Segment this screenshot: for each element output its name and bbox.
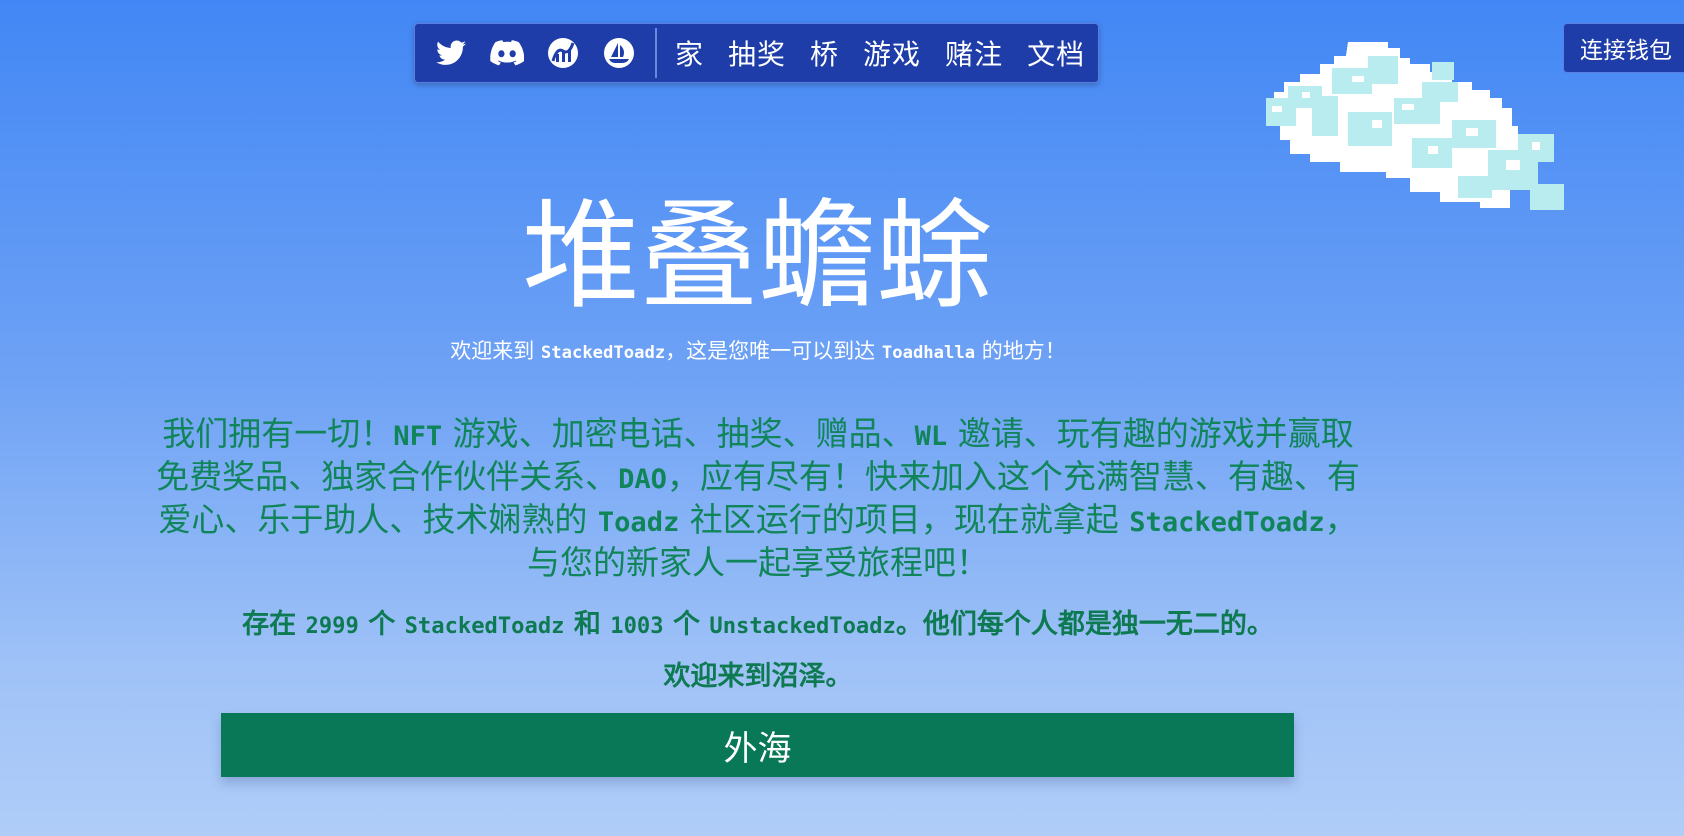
opensea-button[interactable]: 外海	[221, 713, 1294, 777]
stacked-name: StackedToadz	[404, 613, 565, 639]
subtitle-text: ，这是您唯一可以到达	[665, 339, 882, 363]
supply-count: 存在 2999 个 StackedToadz 和 1003 个 Unstacke…	[0, 607, 1516, 644]
description-term: NFT	[393, 421, 443, 452]
swamp-welcome: 欢迎来到沼泽。	[663, 661, 853, 692]
project-description: 我们拥有一切！NFT 游戏、加密电话、抽奖、赠品、WL 邀请、玩有趣的游戏并赢取…	[156, 414, 1360, 583]
welcome-subtitle: 欢迎来到 StackedToadz，这是您唯一可以到达 Toadhalla 的地…	[0, 337, 1516, 367]
stacked-count: 2999	[305, 613, 359, 639]
description-term: Toadz	[597, 507, 680, 538]
unstacked-count: 1003	[610, 613, 664, 639]
count-text: 个	[358, 609, 405, 640]
subtitle-text: 欢迎来到	[450, 339, 541, 363]
description-text: 游戏、加密电话、抽奖、赠品、	[442, 414, 915, 453]
nav-link-raffle[interactable]: 抽奖	[728, 33, 786, 73]
description-term: StackedToadz	[1129, 507, 1325, 538]
nav-link-games[interactable]: 游戏	[863, 33, 921, 73]
nav-links: 家 抽奖 桥 游戏 赌注 文档	[657, 33, 1085, 73]
place-name: Toadhalla	[881, 343, 976, 363]
discord-icon[interactable]	[489, 35, 525, 71]
nav-link-bets[interactable]: 赌注	[945, 33, 1003, 73]
unstacked-name: UnstackedToadz	[709, 613, 896, 639]
count-text: 和	[564, 609, 611, 640]
nav-link-home[interactable]: 家	[675, 33, 704, 73]
opensea-icon[interactable]	[601, 35, 637, 71]
description-text: 我们拥有一切！	[162, 414, 394, 453]
nav-divider	[655, 28, 657, 78]
count-text: 个	[663, 609, 710, 640]
description-term: DAO	[618, 464, 667, 495]
description-term: WL	[914, 421, 948, 452]
nav-link-bridge[interactable]: 桥	[810, 33, 839, 73]
twitter-icon[interactable]	[433, 35, 469, 71]
social-links	[415, 24, 655, 82]
count-text: 。他们每个人都是独一无二的。	[895, 609, 1274, 640]
top-nav: 家 抽奖 桥 游戏 赌注 文档	[414, 23, 1099, 83]
dextools-icon[interactable]	[545, 35, 581, 71]
nav-link-docs[interactable]: 文档	[1027, 33, 1085, 73]
brand-name: StackedToadz	[540, 343, 666, 363]
count-text: 存在	[242, 609, 306, 640]
description-text: 社区运行的项目，现在就拿起	[679, 500, 1130, 539]
page-title: 堆叠蟾蜍	[521, 187, 994, 325]
subtitle-text: 的地方！	[975, 339, 1066, 363]
